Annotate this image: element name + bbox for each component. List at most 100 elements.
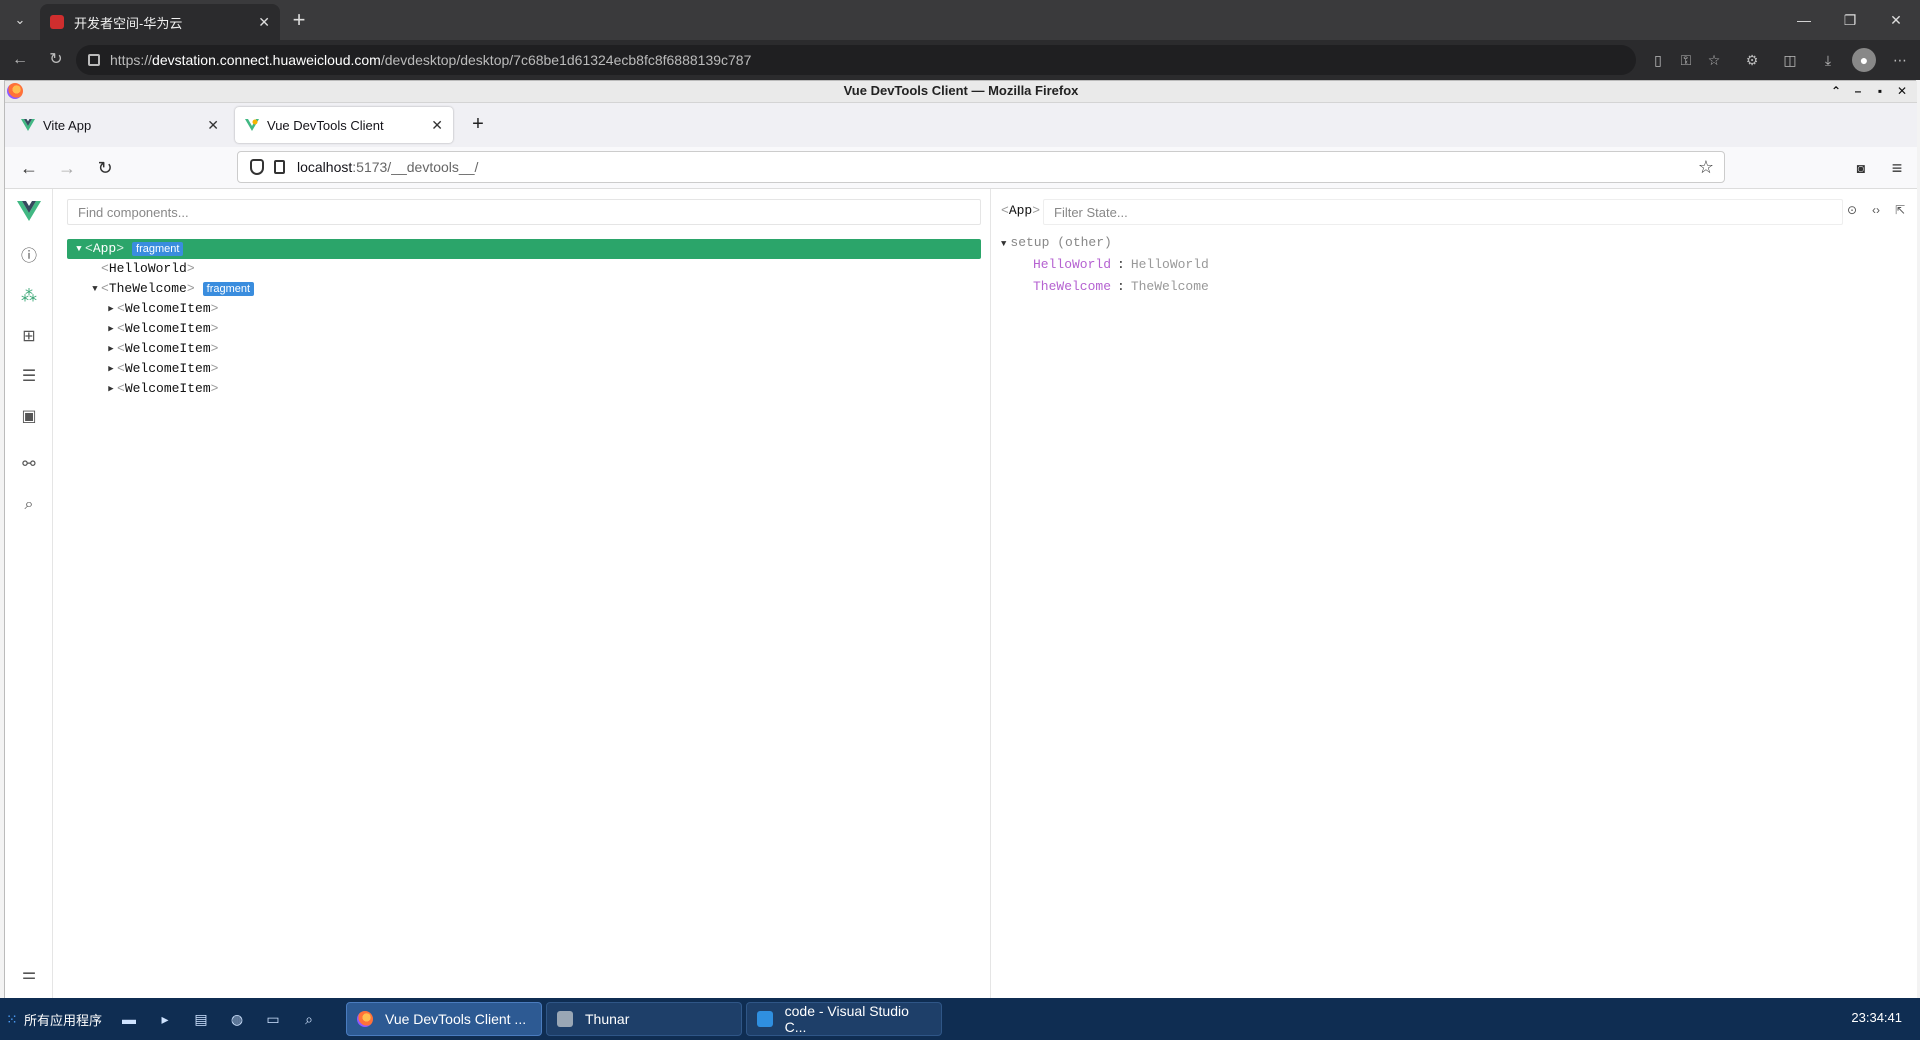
applications-menu-button[interactable]: ⁙ 所有应用程序 xyxy=(6,1008,102,1030)
key-icon[interactable]: ⚿ xyxy=(1674,48,1698,72)
firefox-url-field[interactable]: localhost:5173/__devtools__/ ☆ xyxy=(237,151,1725,183)
close-window-icon[interactable]: ✕ xyxy=(1893,82,1911,100)
downloads-icon[interactable]: ⤓ xyxy=(1816,48,1840,72)
taskbar-app-label: Thunar xyxy=(585,1011,630,1027)
tree-node-welcomeitem[interactable]: ▶ < WelcomeItem > xyxy=(67,339,981,359)
tree-node-welcomeitem[interactable]: ▶ < WelcomeItem > xyxy=(67,379,981,399)
assets-image-icon[interactable]: ▣ xyxy=(17,405,41,429)
tree-node-welcomeitem[interactable]: ▶ < WelcomeItem > xyxy=(67,359,981,379)
bookmark-star-icon[interactable]: ☆ xyxy=(1698,157,1714,178)
tracking-shield-icon[interactable] xyxy=(250,159,264,175)
component-tree-icon[interactable]: ⊞ xyxy=(17,325,41,349)
collapsed-caret-icon[interactable]: ▶ xyxy=(105,339,117,359)
hamburger-menu-icon[interactable]: ≡ xyxy=(1885,156,1909,180)
restore-icon[interactable]: ❐ xyxy=(1830,8,1870,32)
pocket-icon[interactable]: ◙ xyxy=(1849,156,1873,180)
browser-globe-icon[interactable]: ◍ xyxy=(226,1008,248,1030)
back-arrow-icon[interactable]: ← xyxy=(17,156,41,180)
setup-section-header[interactable]: ▼ setup (other) xyxy=(1001,233,1209,254)
tab-vue-devtools-client[interactable]: Vue DevTools Client ✕ xyxy=(235,107,453,143)
graph-icon[interactable]: ⚯ xyxy=(17,453,41,477)
desktop-icon[interactable]: ▬ xyxy=(118,1008,140,1030)
taskbar-app-vscode[interactable]: code - Visual Studio C... xyxy=(746,1002,942,1036)
tab-vite-app[interactable]: Vite App ✕ xyxy=(11,107,229,143)
component-name: App xyxy=(92,241,117,256)
tag-close: > xyxy=(1032,203,1041,218)
find-components-input[interactable] xyxy=(67,199,981,225)
back-arrow-icon[interactable]: ← xyxy=(8,48,32,72)
minimize-icon[interactable]: – xyxy=(1849,82,1867,100)
state-row[interactable]: HelloWorld: HelloWorld xyxy=(1001,254,1209,276)
tag-open: < xyxy=(117,381,125,396)
devtools-sidebar: ⓘ ⁂ ⊞ ☰ ▣ ⚯ ⌕ ⚌ xyxy=(5,189,53,999)
app-finder-icon[interactable]: ⌕ xyxy=(298,1008,320,1030)
start-label: 所有应用程序 xyxy=(24,1012,103,1028)
collapsed-caret-icon[interactable]: ▶ xyxy=(105,319,117,339)
url-path: :5173/__devtools__/ xyxy=(352,159,479,175)
window-title: Vue DevTools Client — Mozilla Firefox xyxy=(843,83,1079,98)
shade-icon[interactable]: ⌃ xyxy=(1827,82,1845,100)
close-tab-icon[interactable]: ✕ xyxy=(431,117,443,134)
file-manager-folder-icon[interactable]: ▭ xyxy=(262,1008,284,1030)
reload-icon[interactable]: ↻ xyxy=(44,48,68,72)
external-link-icon[interactable]: ⇱ xyxy=(1891,201,1909,219)
vue-logo-icon[interactable] xyxy=(17,201,41,221)
open-in-editor-code-icon[interactable]: ‹› xyxy=(1867,201,1885,219)
fragment-badge: fragment xyxy=(202,282,255,296)
favorite-star-icon[interactable]: ☆ xyxy=(1702,48,1726,72)
firefox-window: Vue DevTools Client — Mozilla Firefox ⌃ … xyxy=(4,80,1917,999)
info-icon[interactable]: ⓘ xyxy=(17,245,41,269)
tag-open: < xyxy=(101,261,109,276)
tab-list-chevron-icon[interactable]: ⌄ xyxy=(6,6,34,34)
collapsed-caret-icon[interactable]: ▶ xyxy=(105,359,117,379)
tree-node-welcomeitem[interactable]: ▶ < WelcomeItem > xyxy=(67,299,981,319)
url-host: localhost xyxy=(297,159,353,175)
tag-close: > xyxy=(210,301,219,316)
expanded-caret-icon[interactable]: ▼ xyxy=(1001,239,1006,249)
timeline-icon[interactable]: ☰ xyxy=(17,365,41,389)
expanded-caret-icon[interactable]: ▼ xyxy=(73,239,85,259)
text-editor-icon[interactable]: ▤ xyxy=(190,1008,212,1030)
more-menu-icon[interactable]: ⋯ xyxy=(1888,48,1912,72)
clipboard-icon[interactable]: ▯ xyxy=(1646,48,1670,72)
close-tab-icon[interactable]: ✕ xyxy=(207,117,219,134)
reload-icon[interactable]: ↻ xyxy=(93,156,117,180)
close-window-icon[interactable]: ✕ xyxy=(1876,8,1916,32)
taskbar-app-thunar[interactable]: Thunar xyxy=(546,1002,742,1036)
filter-state-input[interactable] xyxy=(1043,199,1843,225)
firefox-tab-strip: Vite App ✕ Vue DevTools Client ✕ xyxy=(5,103,1917,147)
tag-close: > xyxy=(186,281,195,296)
edge-tab-active[interactable]: 开发者空间-华为云 ✕ xyxy=(40,4,280,40)
collapsed-caret-icon[interactable]: ▶ xyxy=(105,379,117,399)
new-tab-plus-icon[interactable]: + xyxy=(286,8,312,34)
page-info-icon[interactable] xyxy=(274,160,285,174)
state-row[interactable]: TheWelcome: TheWelcome xyxy=(1001,276,1209,298)
tag-open: < xyxy=(117,361,125,376)
new-tab-plus-icon[interactable]: + xyxy=(465,111,491,137)
minimize-icon[interactable]: — xyxy=(1784,8,1824,32)
inspect-search-icon[interactable]: ⌕ xyxy=(17,493,41,517)
extensions-icon[interactable]: ⚙ xyxy=(1740,48,1764,72)
collapsed-caret-icon[interactable]: ▶ xyxy=(105,299,117,319)
tree-node-app[interactable]: ▼ < App > fragment xyxy=(67,239,981,259)
component-name: WelcomeItem xyxy=(124,361,211,376)
components-icon[interactable]: ⁂ xyxy=(17,285,41,309)
site-info-icon[interactable] xyxy=(88,54,100,66)
terminal-icon[interactable]: ▸ xyxy=(154,1008,176,1030)
split-screen-icon[interactable]: ◫ xyxy=(1778,48,1802,72)
profile-avatar-icon[interactable]: ● xyxy=(1852,48,1876,72)
tag-open: < xyxy=(117,321,125,336)
state-value: TheWelcome xyxy=(1130,279,1209,294)
taskbar-app-firefox[interactable]: Vue DevTools Client ... xyxy=(346,1002,542,1036)
screenshot-target-icon[interactable]: ⊙ xyxy=(1843,201,1861,219)
expanded-caret-icon[interactable]: ▼ xyxy=(89,279,101,299)
tree-node-welcomeitem[interactable]: ▶ < WelcomeItem > xyxy=(67,319,981,339)
maximize-icon[interactable]: ▪ xyxy=(1871,82,1889,100)
forward-arrow-icon[interactable]: → xyxy=(55,156,79,180)
settings-sliders-icon[interactable]: ⚌ xyxy=(17,963,41,987)
tree-node-helloworld[interactable]: < HelloWorld > xyxy=(67,259,981,279)
close-icon[interactable]: ✕ xyxy=(258,14,270,31)
colon: : xyxy=(1117,279,1125,294)
tree-node-thewelcome[interactable]: ▼ < TheWelcome > fragment xyxy=(67,279,981,299)
edge-url-field[interactable]: https://devstation.connect.huaweicloud.c… xyxy=(76,45,1636,75)
